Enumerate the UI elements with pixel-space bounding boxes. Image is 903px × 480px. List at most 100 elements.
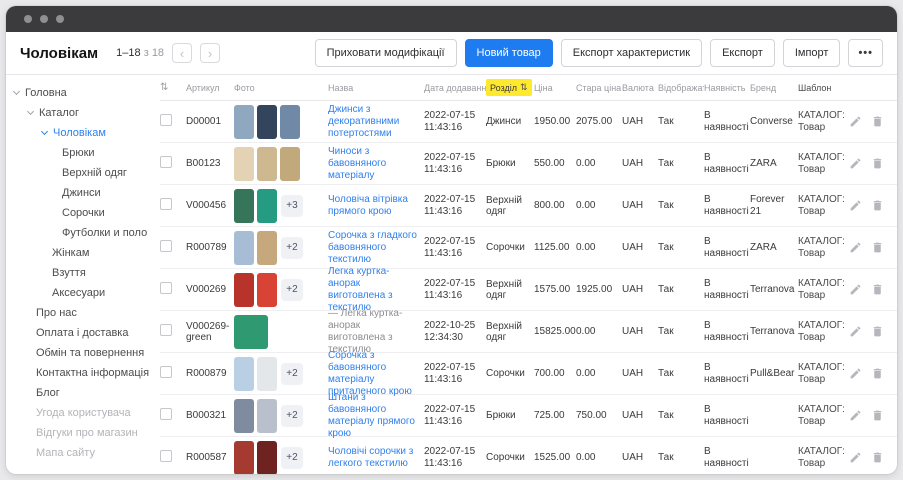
sidebar-item-golovna[interactable]: Головна: [6, 83, 154, 103]
import-button[interactable]: Імпорт: [783, 39, 841, 67]
table-row: B00123 Чиноси з бавовняного матеріалу 20…: [160, 143, 897, 185]
product-photos[interactable]: [234, 231, 277, 265]
product-link[interactable]: Сорочка з гладкого бавовняного текстилю: [328, 230, 417, 265]
row-checkbox[interactable]: [160, 114, 172, 126]
product-link[interactable]: Джинси з декоративними потертостями: [328, 104, 399, 139]
delete-icon[interactable]: [871, 451, 884, 464]
product-link[interactable]: Чиноси з бавовняного матеріалу: [328, 146, 386, 181]
delete-icon[interactable]: [871, 115, 884, 128]
edit-icon[interactable]: [849, 283, 862, 296]
product-link[interactable]: — Легка куртка-анорак виготовлена з текс…: [328, 308, 402, 355]
cell-sku: R000879: [186, 368, 234, 379]
more-actions-button[interactable]: •••: [848, 39, 883, 67]
more-photos-badge: +3: [281, 195, 303, 217]
edit-icon[interactable]: [849, 241, 862, 254]
sidebar-item-vidguky[interactable]: Відгуки про магазин: [6, 423, 154, 443]
row-checkbox[interactable]: [160, 156, 172, 168]
window-control-dot[interactable]: [24, 15, 32, 23]
sidebar-item-sorochky[interactable]: Сорочки: [6, 203, 154, 223]
cell-sku: D00001: [186, 116, 234, 127]
delete-icon[interactable]: [871, 157, 884, 170]
more-photos-badge: +2: [281, 405, 303, 427]
cell-currency: UAH: [622, 284, 658, 295]
delete-icon[interactable]: [871, 199, 884, 212]
edit-icon[interactable]: [849, 367, 862, 380]
sidebar-item-verkhniy-odyag[interactable]: Верхній одяг: [6, 163, 154, 183]
table-row: R000879 +2 Сорочка з бавовняного матеріа…: [160, 353, 897, 395]
cell-brand: Forever 21: [750, 194, 798, 218]
pagination-next-button[interactable]: ›: [200, 43, 220, 63]
product-photos[interactable]: [234, 357, 277, 391]
edit-icon[interactable]: [849, 115, 862, 128]
sidebar-item-futbolky[interactable]: Футболки и поло: [6, 223, 154, 243]
cell-old-price: 0.00: [576, 326, 622, 337]
product-link[interactable]: Чоловіча вітрівка прямого крою: [328, 194, 408, 217]
product-photos[interactable]: [234, 315, 268, 349]
product-link[interactable]: Штани з бавовняного матеріалу прямого кр…: [328, 392, 415, 439]
sidebar-item-kontaktna[interactable]: Контактна інформація: [6, 363, 154, 383]
sort-order-icon[interactable]: ⇅: [160, 82, 168, 93]
sidebar-item-cholovikam[interactable]: Чоловікам: [6, 123, 154, 143]
hide-modifications-button[interactable]: Приховати модифікації: [315, 39, 457, 67]
product-photos[interactable]: [234, 399, 277, 433]
cell-checkbox: [160, 114, 186, 129]
cell-display: Так: [658, 242, 704, 253]
cell-photo: +2: [234, 357, 328, 391]
delete-icon[interactable]: [871, 367, 884, 380]
sidebar-item-katalog[interactable]: Каталог: [6, 103, 154, 123]
cell-brand: Pull&Bear: [750, 368, 798, 380]
section-sort-highlight[interactable]: Розділ⇅: [486, 79, 532, 96]
sidebar-item-pro-nas[interactable]: Про нас: [6, 303, 154, 323]
sidebar-item-vzuttya[interactable]: Взуття: [6, 263, 154, 283]
product-link[interactable]: Сорочка з бавовняного матеріалу притален…: [328, 350, 412, 397]
row-checkbox[interactable]: [160, 408, 172, 420]
row-checkbox[interactable]: [160, 324, 172, 336]
product-photos[interactable]: [234, 147, 300, 181]
cell-price: 1950.00: [534, 116, 576, 127]
sidebar-item-dzhynsy[interactable]: Джинси: [6, 183, 154, 203]
product-photos[interactable]: [234, 441, 277, 475]
sidebar-navigation: Головна Каталог Чоловікам Брюки Верхній …: [6, 75, 154, 474]
edit-icon[interactable]: [849, 199, 862, 212]
sidebar-item-oplata[interactable]: Оплата і доставка: [6, 323, 154, 343]
row-checkbox[interactable]: [160, 240, 172, 252]
row-checkbox[interactable]: [160, 366, 172, 378]
edit-icon[interactable]: [849, 409, 862, 422]
sidebar-item-ugoda[interactable]: Угода користувача: [6, 403, 154, 423]
edit-icon[interactable]: [849, 451, 862, 464]
row-checkbox[interactable]: [160, 198, 172, 210]
cell-section: Сорочки: [486, 368, 534, 379]
product-link[interactable]: Легка куртка-анорак виготовлена з тексти…: [328, 266, 393, 313]
product-photos[interactable]: [234, 189, 277, 223]
sidebar-item-obmin[interactable]: Обмін та повернення: [6, 343, 154, 363]
delete-icon[interactable]: [871, 409, 884, 422]
delete-icon[interactable]: [871, 283, 884, 296]
cell-old-price: 2075.00: [576, 116, 622, 127]
product-photos[interactable]: [234, 105, 300, 139]
sidebar-item-zhinkam[interactable]: Жінкам: [6, 243, 154, 263]
chevron-down-icon: [27, 108, 34, 115]
edit-icon[interactable]: [849, 325, 862, 338]
cell-photo: +2: [234, 273, 328, 307]
delete-icon[interactable]: [871, 325, 884, 338]
table-row: R000789 +2 Сорочка з гладкого бавовняног…: [160, 227, 897, 269]
window-control-dot[interactable]: [56, 15, 64, 23]
cell-display: Так: [658, 116, 704, 127]
sidebar-item-blog[interactable]: Блог: [6, 383, 154, 403]
delete-icon[interactable]: [871, 241, 884, 254]
sidebar-item-mapa[interactable]: Мапа сайту: [6, 443, 154, 463]
row-checkbox[interactable]: [160, 450, 172, 462]
product-link[interactable]: Чоловічі сорочки з легкого текстилю: [328, 446, 413, 469]
export-button[interactable]: Експорт: [710, 39, 775, 67]
sidebar-item-aksesuary[interactable]: Аксесуари: [6, 283, 154, 303]
product-photos[interactable]: [234, 273, 277, 307]
cell-date: 2022-07-1511:43:16: [424, 446, 486, 470]
edit-icon[interactable]: [849, 157, 862, 170]
new-product-button[interactable]: Новий товар: [465, 39, 553, 67]
window-control-dot[interactable]: [40, 15, 48, 23]
pagination-prev-button[interactable]: ‹: [172, 43, 192, 63]
sidebar-item-bryuky[interactable]: Брюки: [6, 143, 154, 163]
row-checkbox[interactable]: [160, 282, 172, 294]
cell-section: Брюки: [486, 410, 534, 421]
export-characteristics-button[interactable]: Експорт характеристик: [561, 39, 702, 67]
